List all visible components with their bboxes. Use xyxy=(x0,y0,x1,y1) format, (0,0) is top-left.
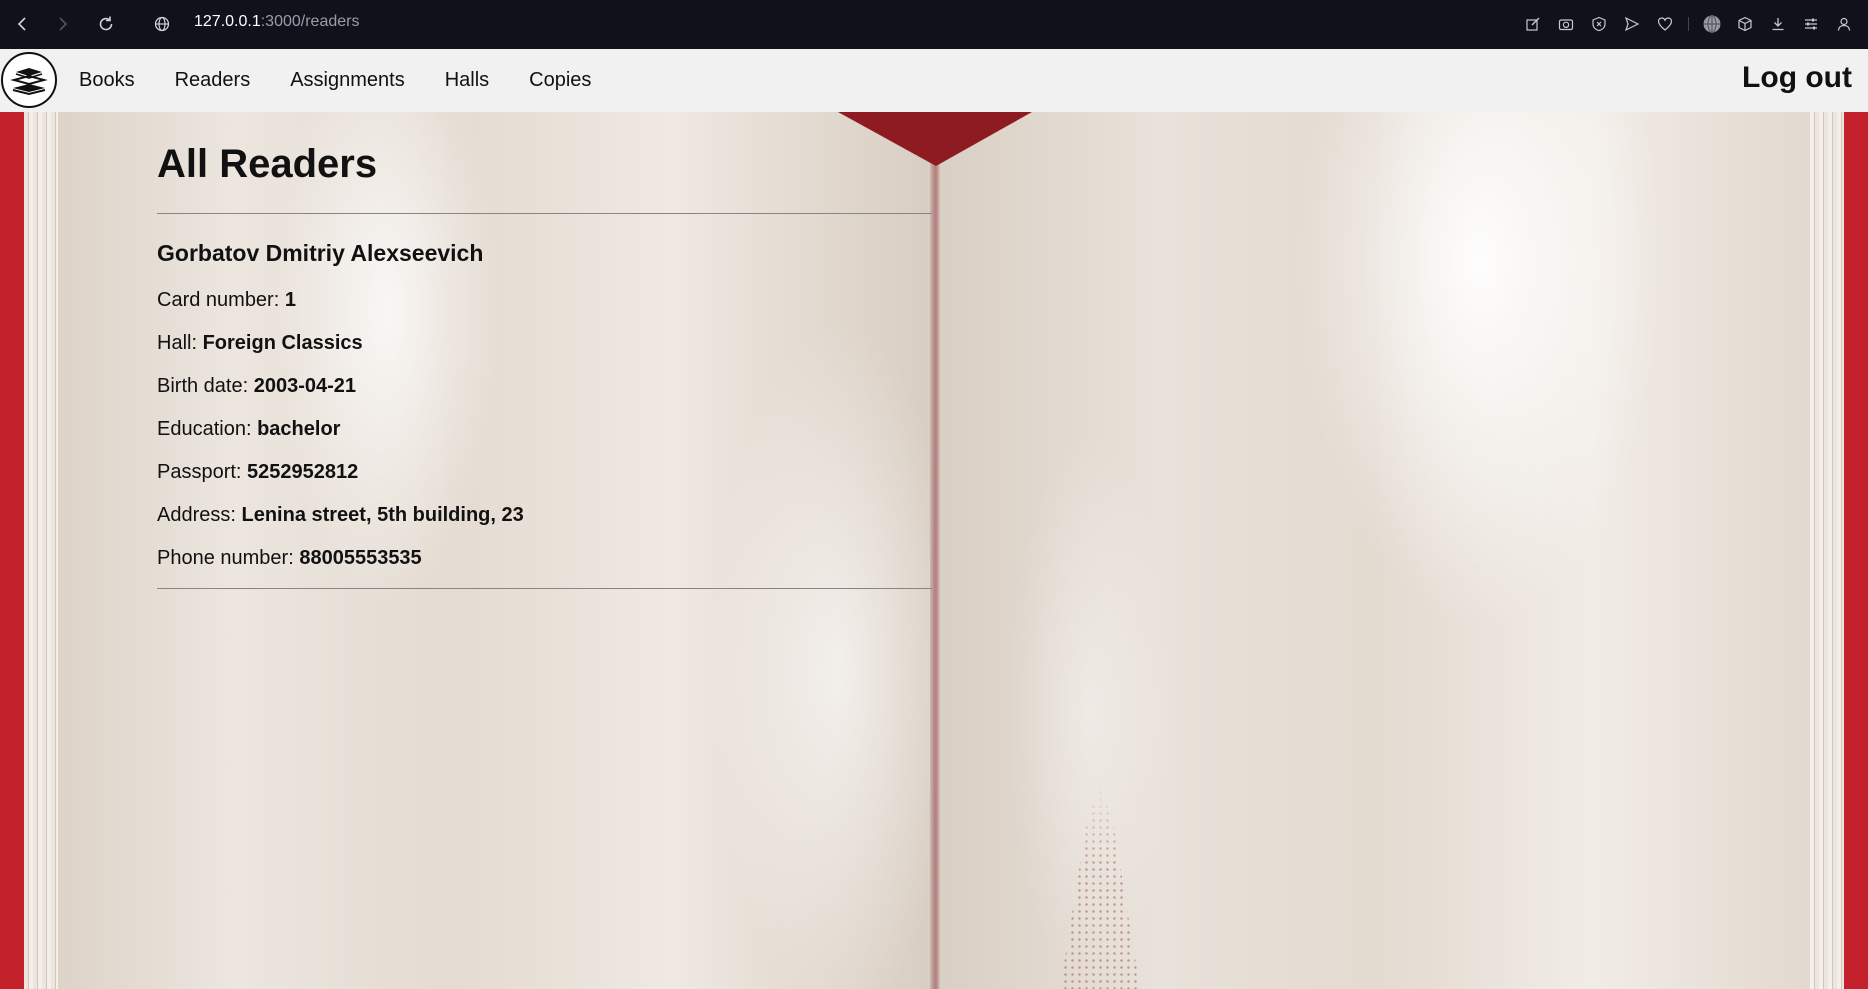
reader-address: Address: Lenina street, 5th building, 23 xyxy=(157,504,524,527)
reload-icon xyxy=(99,16,113,31)
field-label: Phone number: xyxy=(157,547,300,569)
nav-link-copies[interactable]: Copies xyxy=(529,69,591,92)
download-button[interactable] xyxy=(1766,10,1790,38)
site-info-button[interactable] xyxy=(148,10,176,38)
vpn-button[interactable] xyxy=(1700,10,1724,38)
bookmark-ribbon xyxy=(838,112,1032,166)
field-label: Hall: xyxy=(157,332,203,354)
nav-link-assignments[interactable]: Assignments xyxy=(290,69,405,92)
field-label: Address: xyxy=(157,504,242,526)
forward-button[interactable] xyxy=(48,10,76,38)
reader-card-number: Card number: 1 xyxy=(157,289,296,312)
download-icon xyxy=(1772,18,1784,31)
app-navbar: Books Readers Assignments Halls Copies L… xyxy=(0,49,1868,113)
field-label: Birth date: xyxy=(157,375,254,397)
reader-education: Education: bachelor xyxy=(157,418,340,441)
user-icon xyxy=(1837,17,1851,31)
back-button[interactable] xyxy=(9,10,37,38)
nav-link-halls[interactable]: Halls xyxy=(445,69,489,92)
field-value: Foreign Classics xyxy=(202,332,363,354)
page-title: All Readers xyxy=(157,142,378,186)
send-button[interactable] xyxy=(1620,10,1644,38)
block-button[interactable] xyxy=(1587,10,1611,38)
camera-icon xyxy=(1558,19,1574,31)
field-value: 5252952812 xyxy=(247,461,359,483)
book-page-right xyxy=(940,112,1810,989)
globe-icon xyxy=(154,16,170,32)
nav-link-books[interactable]: Books xyxy=(79,69,135,92)
globe-filled-icon xyxy=(1703,14,1721,34)
reader-passport: Passport: 5252952812 xyxy=(157,461,358,484)
url-host: 127.0.0.1 xyxy=(194,13,261,30)
book-spine xyxy=(930,112,940,989)
page-edges-right xyxy=(1810,112,1844,989)
field-value: 1 xyxy=(284,289,296,311)
settings-button[interactable] xyxy=(1799,10,1823,38)
screenshot-button[interactable] xyxy=(1554,10,1578,38)
nav-links: Books Readers Assignments Halls Copies xyxy=(79,49,631,112)
heart-icon xyxy=(1657,17,1673,31)
shield-x-icon xyxy=(1592,16,1606,32)
address-bar[interactable]: 127.0.0.1:3000/readers xyxy=(194,13,359,31)
field-label: Education: xyxy=(157,418,258,440)
divider-top xyxy=(157,213,932,214)
reader-name: Gorbatov Dmitriy Alexseevich xyxy=(157,240,484,266)
field-value: 88005553535 xyxy=(299,547,422,569)
favorite-button[interactable] xyxy=(1653,10,1677,38)
field-value: bachelor xyxy=(257,418,341,440)
extensions-button[interactable] xyxy=(1733,10,1757,38)
toolbar-separator xyxy=(1688,17,1689,31)
url-path: :3000/readers xyxy=(260,13,360,30)
reader-phone-number: Phone number: 88005553535 xyxy=(157,547,422,570)
field-value: 2003-04-21 xyxy=(253,375,357,397)
reader-hall: Hall: Foreign Classics xyxy=(157,332,363,355)
logo[interactable] xyxy=(1,52,57,108)
divider-bottom xyxy=(157,588,932,589)
reader-birth-date: Birth date: 2003-04-21 xyxy=(157,375,356,398)
edit-button[interactable] xyxy=(1521,10,1545,38)
reload-button[interactable] xyxy=(92,10,120,38)
browser-tools xyxy=(1521,10,1856,38)
books-logo-icon xyxy=(10,68,48,96)
logout-link[interactable]: Log out xyxy=(1742,61,1852,95)
chevron-right-icon xyxy=(59,17,68,31)
book-cover-right xyxy=(1844,112,1868,989)
field-label: Passport: xyxy=(157,461,248,483)
page-edges-left xyxy=(24,112,58,989)
edit-icon xyxy=(1526,17,1540,31)
field-label: Card number: xyxy=(157,289,285,311)
profile-button[interactable] xyxy=(1832,10,1856,38)
book-cover-left xyxy=(0,112,24,989)
cube-icon xyxy=(1738,16,1752,32)
send-icon xyxy=(1624,16,1640,32)
sliders-icon xyxy=(1805,18,1817,30)
chevron-left-icon xyxy=(17,17,26,31)
field-value: Lenina street, 5th building, 23 xyxy=(241,504,524,526)
browser-toolbar: 127.0.0.1:3000/readers xyxy=(0,0,1868,49)
nav-link-readers[interactable]: Readers xyxy=(175,69,251,92)
